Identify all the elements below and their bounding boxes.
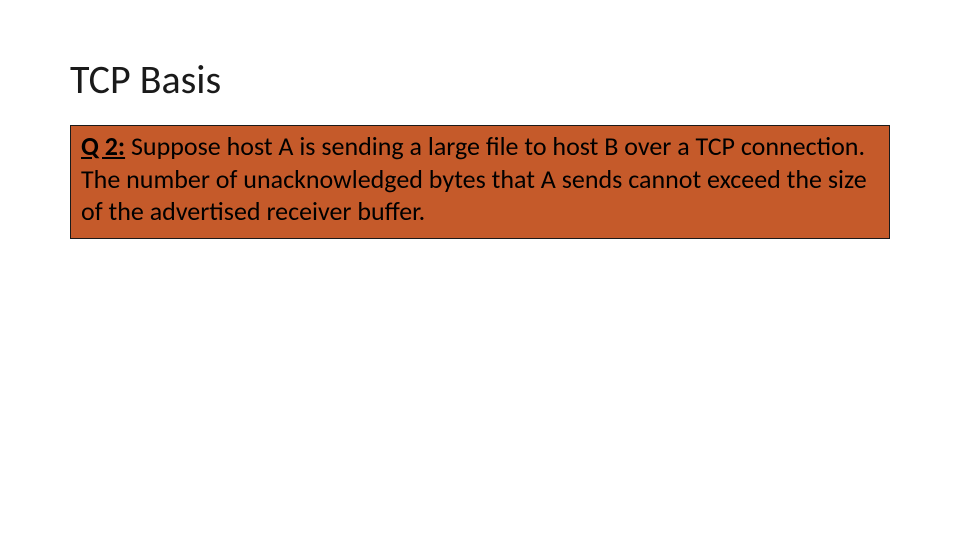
- question-label: Q 2:: [81, 130, 125, 162]
- slide-title: TCP Basis: [70, 55, 221, 104]
- slide: TCP Basis Q 2: Suppose host A is sending…: [0, 0, 960, 540]
- question-text: Q 2: Suppose host A is sending a large f…: [81, 130, 879, 228]
- question-box: Q 2: Suppose host A is sending a large f…: [70, 125, 890, 239]
- question-body: Suppose host A is sending a large file t…: [81, 130, 867, 227]
